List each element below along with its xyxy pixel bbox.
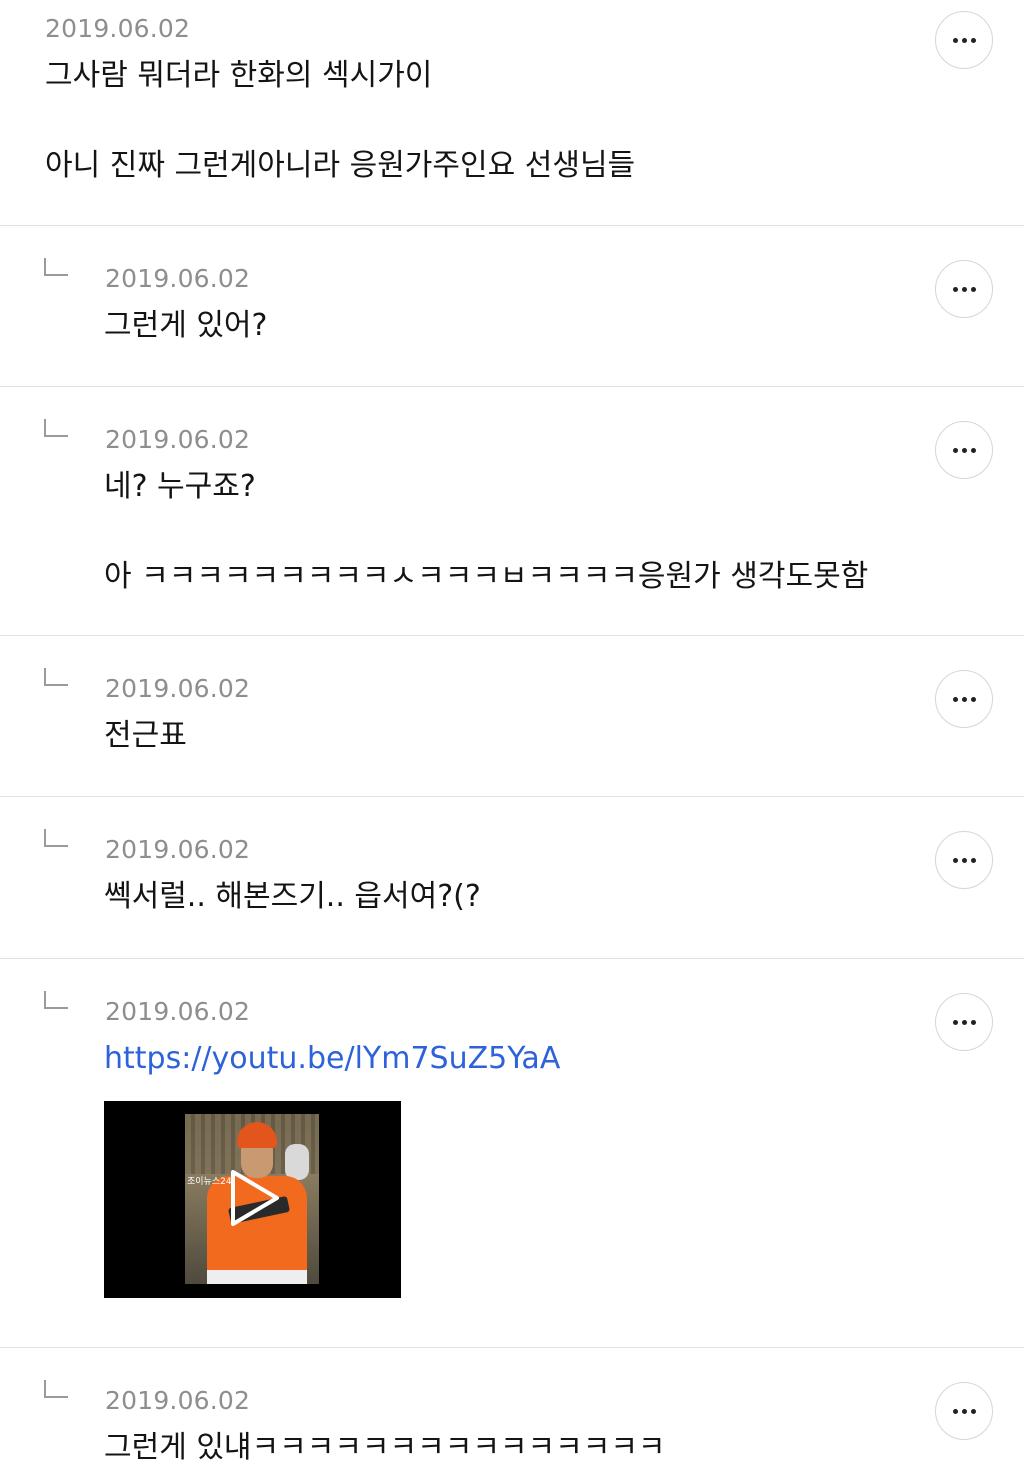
comment-line: 그런게 있어? [104, 308, 268, 343]
reply-arrow-icon [44, 1380, 68, 1398]
more-options-icon [952, 37, 976, 43]
reply-item: 2019.06.02 https://youtu.be/lYm7SuZ5YaA … [0, 959, 1024, 1348]
comment-line: 쎅서럴.. 해본즈기.. 읍서여?(? [104, 879, 481, 914]
comment-line: 전근표 [104, 718, 187, 753]
comment-date: 2019.06.02 [45, 14, 191, 43]
reply-arrow-icon [44, 419, 68, 437]
comment-text: 그런게 있냬ㅋㅋㅋㅋㅋㅋㅋㅋㅋㅋㅋㅋㅋㅋㅋ [104, 1425, 666, 1471]
comment-text: 그사람 뭐더라 한화의 섹시가이 아니 진짜 그런게아니라 응원가주인요 선생님… [45, 53, 635, 189]
comment-text: 쎅서럴.. 해본즈기.. 읍서여?(? [104, 874, 481, 920]
comment-line: 네? 누구죠? [104, 469, 256, 504]
youtube-link[interactable]: https://youtu.be/lYm7SuZ5YaA [104, 1041, 560, 1076]
reply-item: 2019.06.02 전근표 [0, 636, 1024, 797]
comment-line: 아 ㅋㅋㅋㅋㅋㅋㅋㅋㅋㅅㅋㅋㅋㅂㅋㅋㅋㅋ응원가 생각도못함 [104, 559, 869, 594]
video-preview-image: 조이뉴스24 [185, 1114, 319, 1284]
more-options-button[interactable] [935, 260, 993, 318]
comment-date: 2019.06.02 [105, 674, 251, 703]
comment-text: 전근표 [104, 713, 187, 759]
reply-item: 2019.06.02 그런게 있어? [0, 226, 1024, 387]
more-options-button[interactable] [935, 11, 993, 69]
more-options-icon [952, 286, 976, 292]
more-options-button[interactable] [935, 1382, 993, 1440]
more-options-icon [952, 1408, 976, 1414]
more-options-button[interactable] [935, 831, 993, 889]
comment-item: 2019.06.02 그사람 뭐더라 한화의 섹시가이 아니 진짜 그런게아니라… [0, 0, 1024, 226]
comment-date: 2019.06.02 [105, 425, 251, 454]
reply-arrow-icon [44, 829, 68, 847]
more-options-button[interactable] [935, 670, 993, 728]
more-options-button[interactable] [935, 993, 993, 1051]
more-options-icon [952, 447, 976, 453]
comment-date: 2019.06.02 [105, 1386, 251, 1415]
more-options-button[interactable] [935, 421, 993, 479]
comment-line: 아니 진짜 그런게아니라 응원가주인요 선생님들 [45, 148, 636, 183]
more-options-icon [952, 857, 976, 863]
more-options-icon [952, 696, 976, 702]
play-icon [231, 1170, 279, 1226]
comment-text: 그런게 있어? [104, 303, 267, 349]
reply-arrow-icon [44, 991, 68, 1009]
video-watermark: 조이뉴스24 [187, 1177, 232, 1187]
comment-date: 2019.06.02 [105, 264, 251, 293]
reply-item: 2019.06.02 그런게 있냬ㅋㅋㅋㅋㅋㅋㅋㅋㅋㅋㅋㅋㅋㅋㅋ [0, 1348, 1024, 1482]
reply-item: 2019.06.02 쎅서럴.. 해본즈기.. 읍서여?(? [0, 797, 1024, 959]
comment-text: 네? 누구죠? 아 ㅋㅋㅋㅋㅋㅋㅋㅋㅋㅅㅋㅋㅋㅂㅋㅋㅋㅋ응원가 생각도못함 [104, 464, 868, 600]
reply-item: 2019.06.02 네? 누구죠? 아 ㅋㅋㅋㅋㅋㅋㅋㅋㅋㅅㅋㅋㅋㅂㅋㅋㅋㅋ응… [0, 387, 1024, 636]
comment-line: 그런게 있냬ㅋㅋㅋㅋㅋㅋㅋㅋㅋㅋㅋㅋㅋㅋㅋ [104, 1430, 666, 1465]
comment-date: 2019.06.02 [105, 997, 251, 1026]
comment-line: 그사람 뭐더라 한화의 섹시가이 [45, 58, 433, 93]
reply-arrow-icon [44, 258, 68, 276]
more-options-icon [952, 1019, 976, 1025]
reply-arrow-icon [44, 668, 68, 686]
comment-date: 2019.06.02 [105, 835, 251, 864]
video-thumbnail[interactable]: 조이뉴스24 [104, 1101, 401, 1298]
